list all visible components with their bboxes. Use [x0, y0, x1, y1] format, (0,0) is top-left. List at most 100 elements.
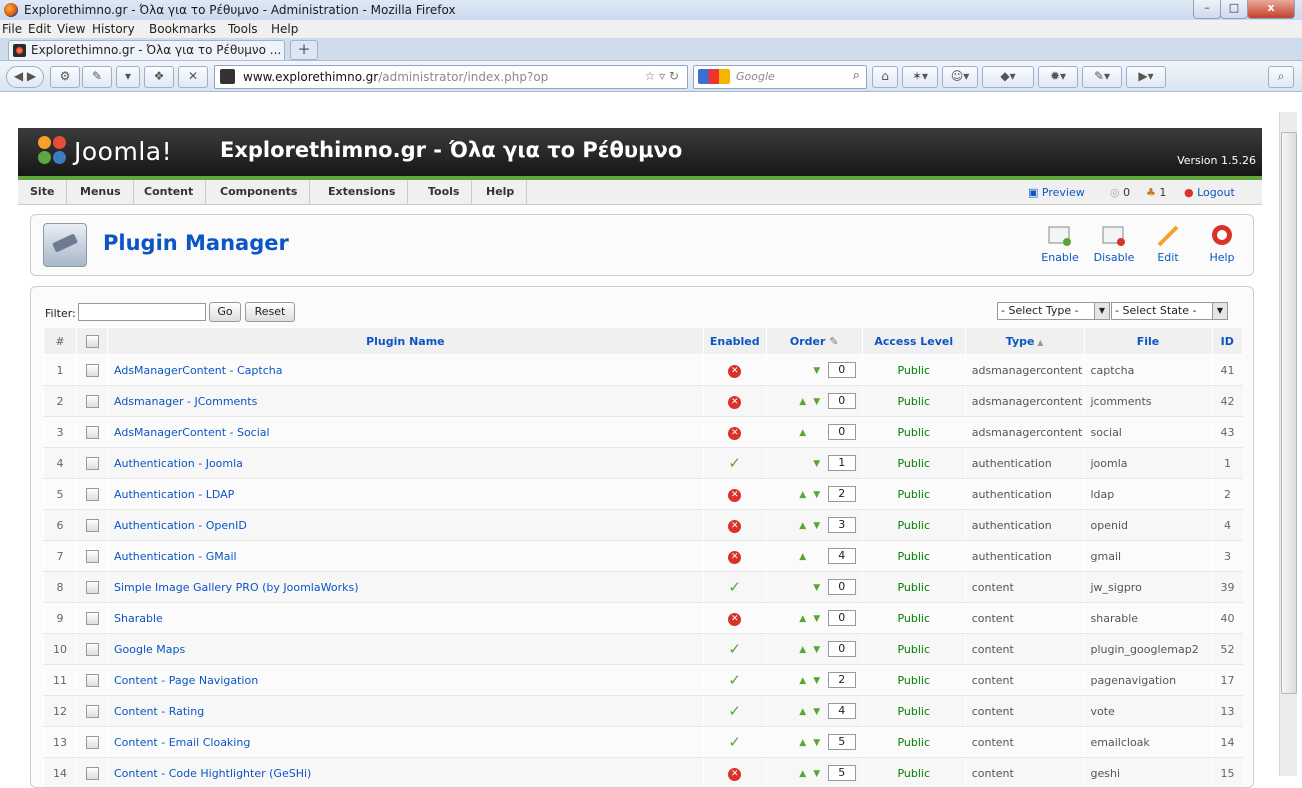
enabled-toggle[interactable]: ✕ — [703, 541, 766, 572]
menu-edit[interactable]: Edit — [28, 22, 51, 36]
enabled-toggle[interactable]: ✕ — [703, 386, 766, 417]
move-down-icon[interactable]: ▼ — [810, 490, 824, 500]
access-level-link[interactable]: Public — [862, 541, 965, 572]
order-input[interactable]: 4 — [828, 548, 856, 564]
joomla-icon[interactable]: ✕ — [178, 66, 208, 88]
move-up-icon[interactable]: ▲ — [796, 428, 810, 438]
plugin-name-link[interactable]: Content - Page Navigation — [108, 665, 704, 696]
move-up-icon[interactable]: ▲ — [796, 552, 810, 562]
plugin-name-link[interactable]: Authentication - Joomla — [108, 448, 704, 479]
plugin-name-link[interactable]: Simple Image Gallery PRO (by JoomlaWorks… — [108, 572, 704, 603]
access-level-link[interactable]: Public — [862, 665, 965, 696]
url-bar[interactable]: www.explorethimno.gr/administrator/index… — [214, 65, 688, 89]
enabled-toggle[interactable]: ✓ — [703, 727, 766, 758]
order-input[interactable]: 0 — [828, 424, 856, 440]
plugin-name-link[interactable]: Adsmanager - JComments — [108, 386, 704, 417]
plugin-name-link[interactable]: Content - Code Hightlighter (GeSHi) — [108, 758, 704, 788]
plugin-name-link[interactable]: AdsManagerContent - Captcha — [108, 355, 704, 386]
dropdown-icon[interactable]: ▾ — [116, 66, 140, 88]
move-down-icon[interactable]: ▼ — [810, 769, 824, 779]
access-level-link[interactable]: Public — [862, 696, 965, 727]
order-input[interactable]: 2 — [828, 672, 856, 688]
plugin-name-link[interactable]: Google Maps — [108, 634, 704, 665]
menu-tools[interactable]: Tools — [416, 180, 472, 204]
order-input[interactable]: 5 — [828, 765, 856, 781]
addon-button-5[interactable]: ✎▾ — [1082, 66, 1122, 88]
move-down-icon[interactable]: ▼ — [810, 397, 824, 407]
disabled-x-icon[interactable]: ✕ — [728, 365, 741, 378]
access-level-link[interactable]: Public — [862, 727, 965, 758]
plugin-name-link[interactable]: Authentication - OpenID — [108, 510, 704, 541]
move-up-icon[interactable]: ▲ — [796, 397, 810, 407]
move-up-icon[interactable]: ▲ — [796, 676, 810, 686]
tab-explorethimno[interactable]: Explorethimno.gr - Όλα για το Ρέθυμνο ..… — [8, 40, 285, 60]
menu-extensions[interactable]: Extensions — [316, 180, 408, 204]
access-level-link[interactable]: Public — [862, 417, 965, 448]
addon-button-2[interactable]: ☺▾ — [942, 66, 978, 88]
messages-count[interactable]: ◎ 0 — [1110, 186, 1130, 199]
menu-components[interactable]: Components — [208, 180, 310, 204]
close-window-button[interactable]: x — [1247, 0, 1295, 19]
enabled-toggle[interactable]: ✓ — [703, 634, 766, 665]
disabled-x-icon[interactable]: ✕ — [728, 613, 741, 626]
menu-view[interactable]: View — [57, 22, 85, 36]
enabled-toggle[interactable]: ✕ — [703, 758, 766, 788]
col-file[interactable]: File — [1084, 328, 1212, 355]
users-count[interactable]: ♣ 1 — [1146, 186, 1166, 199]
col-access-level[interactable]: Access Level — [862, 328, 965, 355]
row-checkbox[interactable] — [86, 519, 99, 532]
row-checkbox-cell[interactable] — [77, 572, 108, 603]
plugin-name-link[interactable]: Authentication - GMail — [108, 541, 704, 572]
order-input[interactable]: 3 — [828, 517, 856, 533]
move-down-icon[interactable]: ▼ — [810, 521, 824, 531]
move-up-icon[interactable]: ▲ — [796, 490, 810, 500]
move-up-icon[interactable]: ▲ — [796, 614, 810, 624]
access-level-link[interactable]: Public — [862, 603, 965, 634]
order-input[interactable]: 1 — [828, 455, 856, 471]
plugin-name-link[interactable]: Content - Rating — [108, 696, 704, 727]
enabled-toggle[interactable]: ✓ — [703, 665, 766, 696]
enabled-check-icon[interactable]: ✓ — [728, 578, 741, 596]
order-input[interactable]: 0 — [828, 393, 856, 409]
disable-button[interactable]: Disable — [1093, 223, 1135, 264]
row-checkbox[interactable] — [86, 736, 99, 749]
col-id[interactable]: ID — [1212, 328, 1243, 355]
order-input[interactable]: 0 — [828, 610, 856, 626]
row-checkbox[interactable] — [86, 674, 99, 687]
col-enabled[interactable]: Enabled — [703, 328, 766, 355]
addon-button-1[interactable]: ✶▾ — [902, 66, 938, 88]
row-checkbox-cell[interactable] — [77, 417, 108, 448]
row-checkbox-cell[interactable] — [77, 510, 108, 541]
zoom-icon[interactable]: ⌕ — [1268, 66, 1294, 88]
disabled-x-icon[interactable]: ✕ — [728, 520, 741, 533]
menu-tools[interactable]: Tools — [228, 22, 258, 36]
order-input[interactable]: 5 — [828, 734, 856, 750]
enabled-toggle[interactable]: ✓ — [703, 448, 766, 479]
back-button[interactable]: ◀ ▶ — [6, 66, 44, 88]
move-down-icon[interactable]: ▼ — [810, 738, 824, 748]
plugin-name-link[interactable]: Content - Email Cloaking — [108, 727, 704, 758]
row-checkbox[interactable] — [86, 488, 99, 501]
reset-button[interactable]: Reset — [245, 302, 295, 322]
disabled-x-icon[interactable]: ✕ — [728, 396, 741, 409]
enabled-toggle[interactable]: ✕ — [703, 479, 766, 510]
move-down-icon[interactable]: ▼ — [810, 583, 824, 593]
enabled-check-icon[interactable]: ✓ — [728, 454, 741, 472]
enabled-toggle[interactable]: ✓ — [703, 696, 766, 727]
row-checkbox-cell[interactable] — [77, 727, 108, 758]
order-input[interactable]: 2 — [828, 486, 856, 502]
enabled-check-icon[interactable]: ✓ — [728, 733, 741, 751]
enabled-toggle[interactable]: ✕ — [703, 510, 766, 541]
disabled-x-icon[interactable]: ✕ — [728, 489, 741, 502]
move-up-icon[interactable]: ▲ — [796, 521, 810, 531]
move-up-icon[interactable]: ▲ — [796, 738, 810, 748]
move-down-icon[interactable]: ▼ — [810, 707, 824, 717]
col-type[interactable]: Type ▲ — [965, 328, 1084, 355]
filter-input[interactable] — [78, 303, 206, 321]
menu-help[interactable]: Help — [271, 22, 298, 36]
row-checkbox-cell[interactable] — [77, 386, 108, 417]
row-checkbox[interactable] — [86, 364, 99, 377]
move-up-icon[interactable]: ▲ — [796, 707, 810, 717]
move-down-icon[interactable]: ▼ — [810, 645, 824, 655]
disabled-x-icon[interactable]: ✕ — [728, 427, 741, 440]
